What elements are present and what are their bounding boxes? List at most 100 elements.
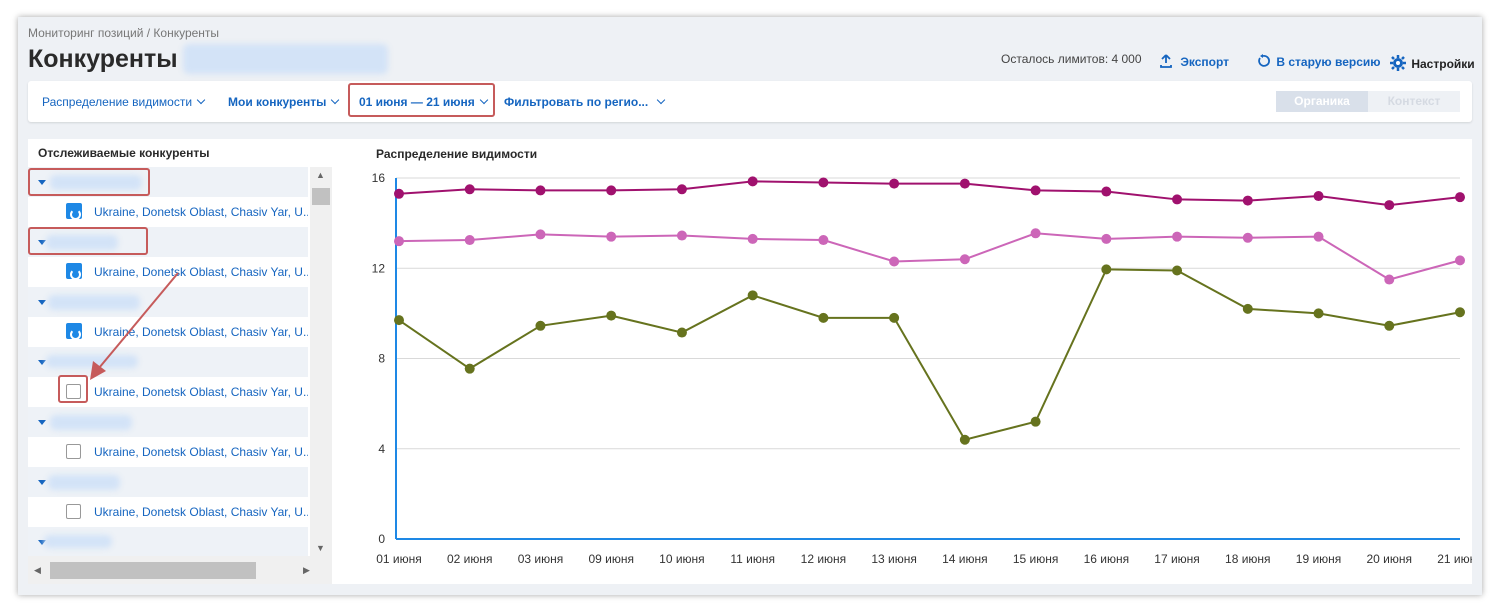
data-point [818, 312, 829, 323]
data-point [1242, 303, 1253, 314]
data-point [1172, 265, 1183, 276]
visibility-dropdown[interactable]: Распределение видимости [42, 95, 206, 109]
caret-down-icon[interactable] [38, 420, 46, 425]
x-tick-label: 03 июня [518, 552, 564, 566]
data-point [1101, 233, 1112, 244]
data-point [1384, 200, 1395, 211]
toolbar: Распределение видимости Мои конкуренты 0… [28, 81, 1472, 122]
tab-organic[interactable]: Органика [1276, 91, 1368, 112]
date-range-picker[interactable]: 01 июня — 21 июня [359, 95, 489, 109]
data-point [1030, 185, 1041, 196]
list-item[interactable]: Ukraine, Donetsk Oblast, Chasiv Yar, U..… [28, 317, 308, 347]
upload-icon [1160, 54, 1172, 68]
highlight-box [28, 168, 150, 196]
caret-down-icon[interactable] [38, 480, 46, 485]
location-link[interactable]: Ukraine, Donetsk Oblast, Chasiv Yar, U..… [94, 325, 308, 339]
scrollbar-thumb[interactable] [312, 188, 330, 205]
redacted-project-name [183, 44, 388, 74]
checkbox[interactable] [66, 444, 81, 459]
refresh-icon [1258, 54, 1270, 67]
competitor-group[interactable] [28, 527, 308, 556]
caret-down-icon[interactable] [38, 360, 46, 365]
data-point [535, 229, 546, 240]
visibility-label: Распределение видимости [42, 95, 193, 109]
checkbox[interactable] [66, 504, 81, 519]
x-tick-label: 12 июня [801, 552, 847, 566]
scroll-left-icon[interactable]: ◀ [34, 565, 41, 576]
list-item[interactable]: Ukraine, Donetsk Oblast, Chasiv Yar, U..… [28, 437, 308, 467]
scroll-down-icon[interactable]: ▼ [316, 543, 325, 553]
region-filter-label: Фильтровать по регио... [504, 95, 649, 109]
location-link[interactable]: Ukraine, Donetsk Oblast, Chasiv Yar, U..… [94, 385, 308, 399]
data-point [1101, 186, 1112, 197]
highlight-box [58, 375, 88, 403]
competitors-panel-title: Отслеживаемые конкуренты [38, 146, 210, 160]
data-point [1030, 228, 1041, 239]
data-point [959, 178, 970, 189]
x-tick-label: 02 июня [447, 552, 493, 566]
horizontal-scrollbar[interactable]: ◀ ▶ [28, 556, 332, 584]
list-item[interactable]: Ukraine, Donetsk Oblast, Chasiv Yar, U..… [28, 197, 308, 227]
chevron-down-icon [196, 95, 206, 105]
my-competitors-dropdown[interactable]: Мои конкуренты [228, 95, 340, 109]
date-range-label: 01 июня — 21 июня [359, 95, 475, 109]
google-icon [66, 203, 82, 220]
my-competitors-label: Мои конкуренты [228, 95, 327, 109]
export-button[interactable]: Экспорт [1159, 52, 1229, 69]
x-tick-label: 14 июня [942, 552, 988, 566]
y-tick-label: 0 [378, 532, 385, 546]
region-filter-dropdown[interactable]: Фильтровать по регио... [504, 95, 666, 109]
x-tick-label: 21 июня [1437, 552, 1472, 566]
breadcrumb[interactable]: Мониторинг позиций / Конкуренты [28, 26, 219, 40]
competitor-group[interactable] [28, 287, 308, 317]
location-link[interactable]: Ukraine, Donetsk Oblast, Chasiv Yar, U..… [94, 205, 308, 219]
location-link[interactable]: Ukraine, Donetsk Oblast, Chasiv Yar, U..… [94, 445, 308, 459]
old-version-button[interactable]: В старую версию [1256, 52, 1381, 69]
page-title: Конкуренты [28, 45, 178, 73]
x-tick-label: 13 июня [871, 552, 917, 566]
caret-down-icon[interactable] [38, 300, 46, 305]
data-point [1313, 231, 1324, 242]
series-line [398, 180, 1461, 207]
x-tick-label: 09 июня [588, 552, 634, 566]
data-point [676, 184, 687, 195]
x-tick-label: 10 июня [659, 552, 705, 566]
chevron-down-icon [331, 95, 340, 105]
data-point [464, 363, 475, 374]
list-item[interactable]: Ukraine, Donetsk Oblast, Chasiv Yar, U..… [28, 497, 308, 527]
data-point [1172, 194, 1183, 205]
competitor-group[interactable] [28, 347, 308, 377]
scroll-right-icon[interactable]: ▶ [303, 565, 310, 576]
data-point [1242, 232, 1253, 243]
data-point [1242, 195, 1253, 206]
x-tick-label: 16 июня [1084, 552, 1130, 566]
competitor-group[interactable] [28, 407, 308, 437]
x-tick-label: 17 июня [1154, 552, 1200, 566]
data-point [889, 256, 900, 267]
list-item[interactable]: Ukraine, Donetsk Oblast, Chasiv Yar, U..… [28, 257, 308, 287]
competitor-group[interactable] [28, 467, 308, 497]
location-link[interactable]: Ukraine, Donetsk Oblast, Chasiv Yar, U..… [94, 265, 308, 279]
scroll-up-icon[interactable]: ▲ [316, 170, 325, 180]
tab-context[interactable]: Контекст [1368, 91, 1460, 112]
old-version-label: В старую версию [1276, 55, 1381, 69]
chevron-down-icon [656, 95, 666, 105]
google-icon [66, 323, 82, 340]
redacted-competitor [50, 415, 132, 430]
chevron-down-icon [479, 95, 489, 105]
vertical-scrollbar[interactable]: ▲ ▼ [310, 167, 332, 556]
x-tick-label: 15 июня [1013, 552, 1059, 566]
settings-button[interactable]: Настройки [1390, 52, 1475, 71]
data-point [535, 320, 546, 331]
data-point [1030, 416, 1041, 427]
scrollbar-thumb[interactable] [50, 562, 256, 579]
data-point [394, 188, 404, 199]
data-point [1384, 320, 1395, 331]
location-link[interactable]: Ukraine, Donetsk Oblast, Chasiv Yar, U..… [94, 505, 308, 519]
data-point [1313, 191, 1324, 202]
data-point [747, 233, 758, 244]
redacted-competitor [48, 475, 120, 490]
y-tick-label: 8 [378, 352, 385, 366]
chart-panel: Распределение видимости 0 4 8 12 16 01 июня 02… [332, 139, 1472, 584]
data-point [959, 254, 970, 265]
